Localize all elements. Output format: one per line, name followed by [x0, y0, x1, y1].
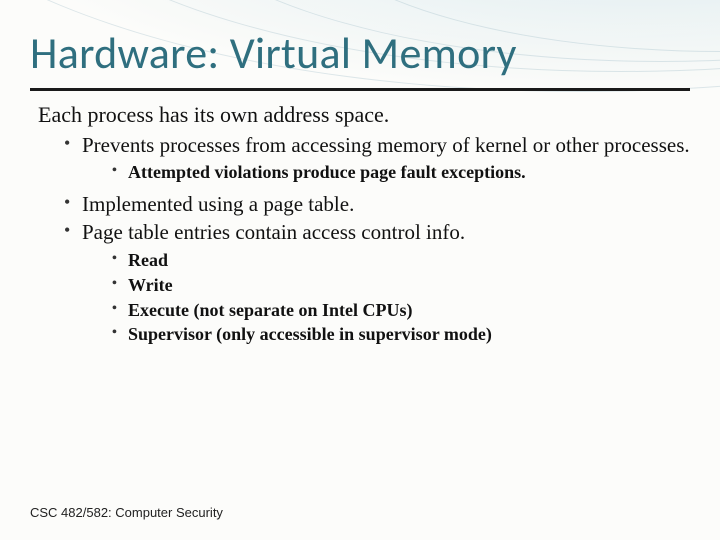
list-item: Prevents processes from accessing memory…: [64, 133, 690, 185]
lead-text: Each process has its own address space.: [38, 102, 690, 129]
slide-footer: CSC 482/582: Computer Security: [30, 505, 223, 520]
slide-body: Each process has its own address space. …: [38, 102, 690, 354]
bullet-text: Page table entries contain access contro…: [82, 220, 465, 244]
bullet-list: Prevents processes from accessing memory…: [64, 133, 690, 347]
list-item: Implemented using a page table.: [64, 192, 690, 218]
list-item: Write: [112, 275, 690, 297]
list-item: Read: [112, 250, 690, 272]
list-item: Page table entries contain access contro…: [64, 220, 690, 346]
list-item: Execute (not separate on Intel CPUs): [112, 300, 690, 322]
slide: Hardware: Virtual Memory Each process ha…: [0, 0, 720, 540]
list-item: Supervisor (only accessible in superviso…: [112, 324, 690, 346]
title-underline: [30, 88, 690, 91]
list-item: Attempted violations produce page fault …: [112, 162, 690, 184]
sub-bullet-list: Attempted violations produce page fault …: [112, 162, 690, 184]
slide-title: Hardware: Virtual Memory: [30, 26, 517, 80]
sub-bullet-list: Read Write Execute (not separate on Inte…: [112, 250, 690, 347]
bullet-text: Prevents processes from accessing memory…: [82, 133, 690, 157]
